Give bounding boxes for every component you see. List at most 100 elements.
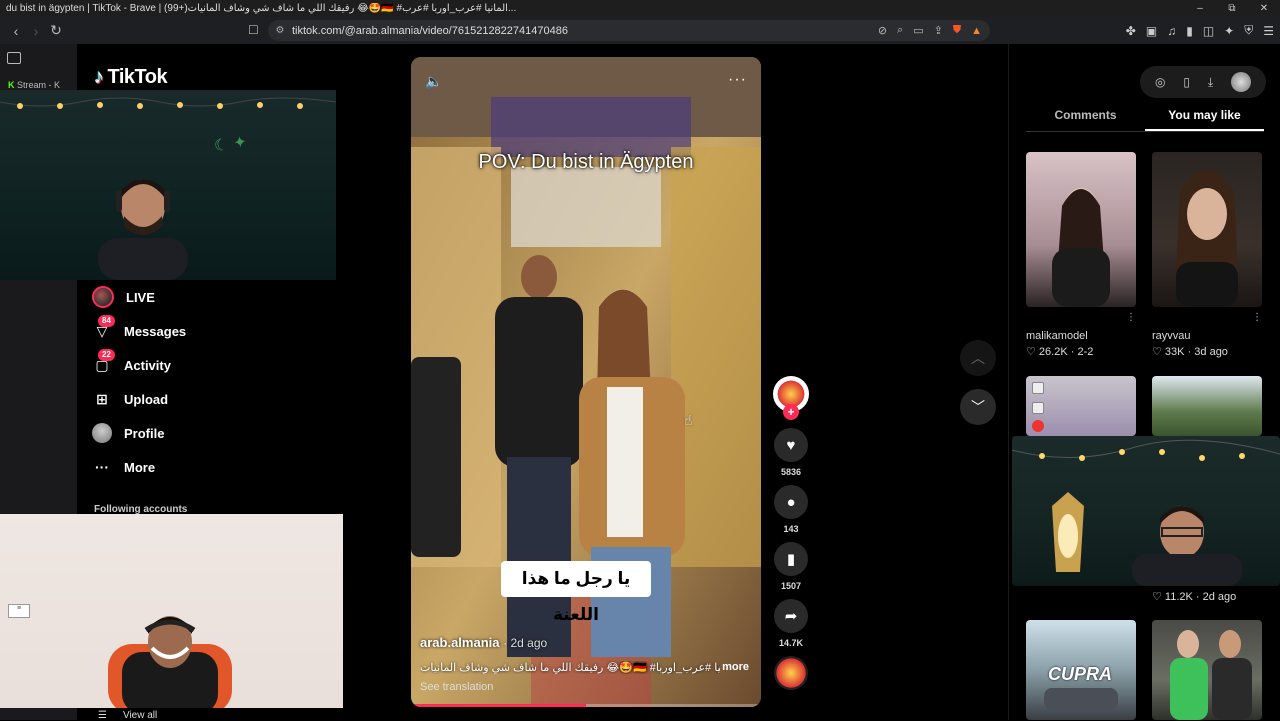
screenshot-icon[interactable]: ▣: [1146, 24, 1157, 38]
description-more-button[interactable]: more: [722, 661, 749, 673]
tab-you-may-like[interactable]: You may like: [1145, 108, 1264, 131]
sidebar-nav: LIVE ▽ 84 Messages ▢ 22 Activity ⊞ Upload …: [92, 280, 186, 484]
device-icon[interactable]: ▯: [1183, 75, 1190, 89]
kick-icon: K: [8, 80, 15, 90]
site-info-icon[interactable]: ⚙: [268, 25, 292, 36]
recommended-video-thumb[interactable]: [1152, 376, 1262, 436]
comment-action[interactable]: ● 143: [772, 485, 810, 534]
video-author[interactable]: arab.almania · 2d ago: [420, 635, 547, 650]
sidebar-item-upload[interactable]: ⊞ Upload: [92, 382, 186, 416]
view-all-label: View all: [122, 710, 158, 721]
recommended-video-thumb[interactable]: [1026, 376, 1136, 436]
recommended-video-thumb[interactable]: [1152, 620, 1262, 720]
sidebar-toggle-icon[interactable]: [7, 52, 21, 64]
stream-tab[interactable]: K Stream - K: [8, 80, 60, 90]
download-icon[interactable]: ⤓: [1208, 75, 1213, 90]
share-action[interactable]: ➦ 14.7K: [772, 599, 810, 648]
reload-icon[interactable]: ↻: [46, 21, 66, 41]
like-action[interactable]: ♥ 5836: [772, 428, 810, 477]
media-icon[interactable]: ♫: [1167, 24, 1176, 38]
mouse-cursor-icon: ☝: [684, 412, 693, 428]
video-player[interactable]: 🔈 ··· POV: Du bist in Ägypten يا رجل ما …: [411, 57, 761, 707]
back-icon[interactable]: ‹: [6, 21, 26, 41]
wallet-icon[interactable]: ◫: [1203, 24, 1214, 38]
user-avatar[interactable]: [1231, 72, 1252, 92]
video-caption-sticker: يا رجل ما هذا اللعنة: [501, 561, 651, 624]
cast-icon[interactable]: ▭: [913, 24, 923, 37]
post-date: 2d ago: [510, 636, 548, 650]
comment-icon[interactable]: ●: [774, 485, 808, 519]
music-disc[interactable]: [772, 656, 810, 690]
sidebar-item-more[interactable]: ··· More: [92, 450, 186, 484]
previous-video-button[interactable]: ︿: [960, 340, 996, 376]
next-video-button[interactable]: ﹀: [960, 389, 996, 425]
card-date: 2-2: [1077, 346, 1094, 358]
sidebar-item-profile[interactable]: Profile: [92, 416, 186, 450]
card-username[interactable]: malikamodel: [1026, 330, 1088, 342]
tiktok-note-icon: ♪: [94, 66, 104, 88]
sticky-note-icon: ≡: [8, 604, 30, 618]
author-username[interactable]: arab.almania: [420, 635, 500, 650]
follow-plus-icon[interactable]: +: [783, 404, 799, 420]
bookmark-save-icon[interactable]: ▮: [774, 542, 808, 576]
extensions-icon[interactable]: ✤: [1126, 24, 1136, 38]
card-likes: 33K: [1164, 346, 1185, 358]
card-likes: 26.2K: [1038, 346, 1068, 358]
sidebar-item-activity[interactable]: ▢ 22 Activity: [92, 348, 186, 382]
card-meta-sep: ·: [1192, 591, 1203, 603]
ramadan-sign: ☾ ✦: [212, 131, 249, 156]
see-translation-link[interactable]: See translation: [420, 681, 493, 693]
card-username[interactable]: rayvvau: [1152, 330, 1191, 342]
string-lights: [0, 97, 336, 109]
maximize-button[interactable]: ⧉: [1216, 0, 1248, 17]
heart-outline-icon: ♡: [1152, 591, 1165, 603]
toolbar-right-icons: ✤ ▣ ♫ ▮ ◫ ✦ ⛨ ☰: [1126, 20, 1274, 41]
close-button[interactable]: ✕: [1248, 0, 1280, 17]
sidebar-icon[interactable]: ▮: [1186, 24, 1193, 38]
browser-toolbar: ‹ › ↻ ☐ ⚙ tiktok.com/@arab.almania/video…: [0, 17, 1280, 44]
save-action[interactable]: ▮ 1507: [772, 542, 810, 591]
brave-rewards-icon[interactable]: ▲: [971, 25, 982, 37]
sidebar-item-live[interactable]: LIVE: [92, 280, 186, 314]
coin-icon[interactable]: ◎: [1155, 75, 1165, 89]
leo-icon[interactable]: ✦: [1224, 24, 1234, 38]
card-menu-icon[interactable]: ⋮: [1252, 312, 1262, 323]
reader-mode-icon[interactable]: ⊘: [878, 24, 887, 37]
forward-icon[interactable]: ›: [26, 21, 46, 41]
tiktok-logo-text: TikTok: [107, 66, 168, 88]
share-icon[interactable]: ⇪: [934, 24, 943, 37]
menu-icon[interactable]: ☰: [1263, 24, 1274, 38]
streamer-figure: [98, 179, 188, 280]
heart-icon[interactable]: ♥: [774, 428, 808, 462]
recommended-video-thumb[interactable]: [1152, 152, 1262, 307]
tab-comments[interactable]: Comments: [1026, 108, 1145, 131]
card-date: 2d ago: [1202, 591, 1237, 603]
url-text[interactable]: tiktok.com/@arab.almania/video/761521282…: [292, 25, 568, 37]
address-bar[interactable]: ⚙ tiktok.com/@arab.almania/video/7615212…: [268, 20, 990, 41]
mute-icon[interactable]: 🔈: [425, 73, 442, 90]
vpn-icon[interactable]: ⛨: [1244, 23, 1253, 38]
right-tools-pill: ◎ ▯ ⤓: [1140, 66, 1266, 98]
thumb-sticker: [1032, 402, 1044, 414]
video-options-icon[interactable]: ···: [728, 71, 747, 89]
webcam-overlay-right: [1012, 436, 1280, 586]
window-title-bar: du bist in ägypten | TikTok - Brave | (9…: [0, 0, 1280, 17]
card-menu-icon[interactable]: ⋮: [1126, 312, 1136, 323]
sidebar-item-messages[interactable]: ▽ 84 Messages: [92, 314, 186, 348]
recommended-video-thumb[interactable]: CUPRA: [1026, 620, 1136, 720]
more-icon: ···: [95, 459, 109, 475]
minimize-button[interactable]: –: [1184, 0, 1216, 17]
heart-outline-icon: ♡: [1152, 346, 1165, 358]
creator-avatar[interactable]: +: [772, 376, 810, 420]
brave-shields-icon[interactable]: ⛊: [953, 24, 961, 37]
tiktok-logo[interactable]: ♪ TikTok: [94, 66, 168, 89]
music-disc-icon[interactable]: [774, 656, 808, 690]
thumb-figure: [1176, 170, 1238, 307]
window-title: du bist in ägypten | TikTok - Brave | (9…: [6, 3, 517, 14]
zoom-icon[interactable]: ⌕: [897, 24, 903, 37]
share-arrow-icon[interactable]: ➦: [774, 599, 808, 633]
bookmark-icon[interactable]: ☐: [248, 23, 259, 37]
video-progress-bar[interactable]: [411, 704, 761, 707]
recommended-video-thumb[interactable]: [1026, 152, 1136, 307]
view-all-link[interactable]: ☰ View all: [98, 710, 157, 721]
